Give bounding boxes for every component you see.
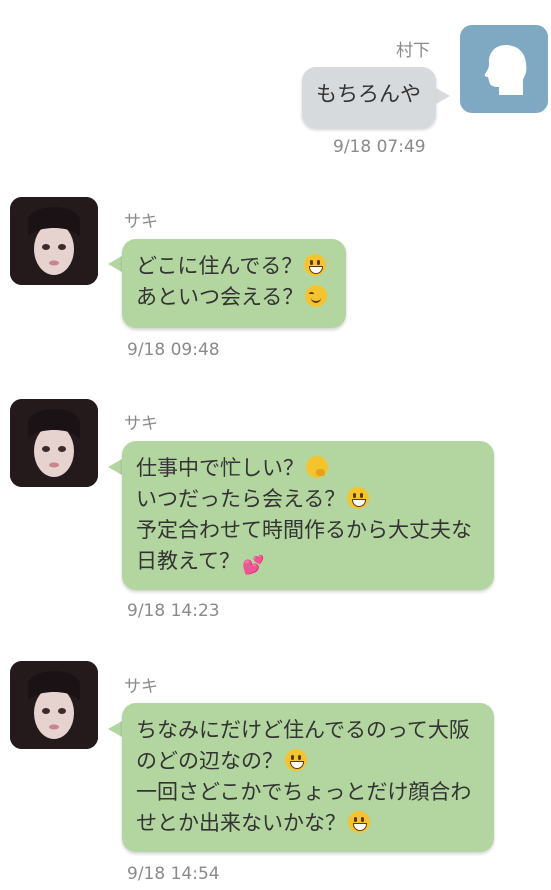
message-text: ちなみにだけど住んでるのって大阪 — [136, 718, 470, 742]
two-hearts-icon: 💕 — [241, 555, 265, 576]
message-bubble[interactable]: もちろんや — [302, 67, 436, 128]
message-text: 一回さどこかでちょっとだけ顔合わ — [136, 780, 472, 804]
avatar[interactable] — [10, 661, 98, 749]
person-silhouette-icon — [484, 45, 527, 95]
message-line: あといつ会える？ — [136, 282, 332, 313]
message-line: 一回さどこかでちょっとだけ顔合わ — [136, 777, 480, 808]
message-line: ちなみにだけど住んでるのって大阪 — [136, 715, 480, 746]
profile-photo — [10, 197, 98, 285]
bubble-tail — [108, 256, 122, 272]
bubble-tail — [108, 721, 122, 737]
profile-photo — [10, 399, 98, 487]
sender-name: 村下 — [396, 41, 430, 61]
message-line: 仕事中で忙しい？ — [136, 453, 480, 484]
message-text: 予定合わせて時間作るから大丈夫な — [136, 518, 472, 542]
message-line: 予定合わせて時間作るから大丈夫な — [136, 515, 480, 546]
message-bubble[interactable]: 仕事中で忙しい？ いつだったら会える？ 予定合わせて時間作るから大丈夫な 日教え… — [122, 441, 494, 590]
message-line: いつだったら会える？ — [136, 484, 480, 515]
smiling-face-icon — [305, 285, 328, 307]
thinking-face-icon — [306, 456, 328, 478]
profile-photo — [10, 661, 98, 749]
grinning-face-icon — [304, 254, 327, 276]
message-text: あといつ会える？ — [136, 285, 304, 309]
message-line: せとか出来ないかな？ — [136, 808, 480, 839]
bubble-tail — [108, 459, 122, 475]
avatar[interactable] — [460, 25, 548, 113]
timestamp: 9/18 09:48 — [127, 340, 220, 360]
message-text: どこに住んでる？ — [136, 254, 303, 278]
grinning-face-icon — [347, 487, 370, 509]
timestamp: 9/18 14:54 — [127, 864, 220, 884]
message-text: もちろんや — [316, 82, 421, 106]
message-text: 日教えて？ — [136, 549, 240, 573]
message-line: のどの辺なの？ — [136, 746, 480, 777]
message-text: いつだったら会える？ — [136, 487, 346, 511]
bubble-tail — [436, 88, 450, 104]
timestamp: 9/18 14:23 — [127, 601, 220, 621]
message-line: 日教えて？ 💕 — [136, 546, 480, 577]
message-bubble[interactable]: どこに住んでる？ あといつ会える？ — [122, 239, 346, 328]
avatar[interactable] — [10, 197, 98, 285]
message-text: 仕事中で忙しい？ — [136, 456, 304, 480]
timestamp: 9/18 07:49 — [333, 137, 426, 157]
message-bubble[interactable]: ちなみにだけど住んでるのって大阪 のどの辺なの？ 一回さどこかでちょっとだけ顔合… — [122, 703, 494, 852]
message-text: せとか出来ないかな？ — [136, 811, 346, 835]
message-text: のどの辺なの？ — [136, 749, 283, 773]
grinning-face-icon — [348, 811, 370, 833]
grinning-face-icon — [285, 749, 307, 771]
message-line: どこに住んでる？ — [136, 251, 332, 282]
sender-name: サキ — [124, 212, 158, 232]
sender-name: サキ — [124, 414, 158, 434]
avatar[interactable] — [10, 399, 98, 487]
sender-name: サキ — [124, 677, 158, 697]
